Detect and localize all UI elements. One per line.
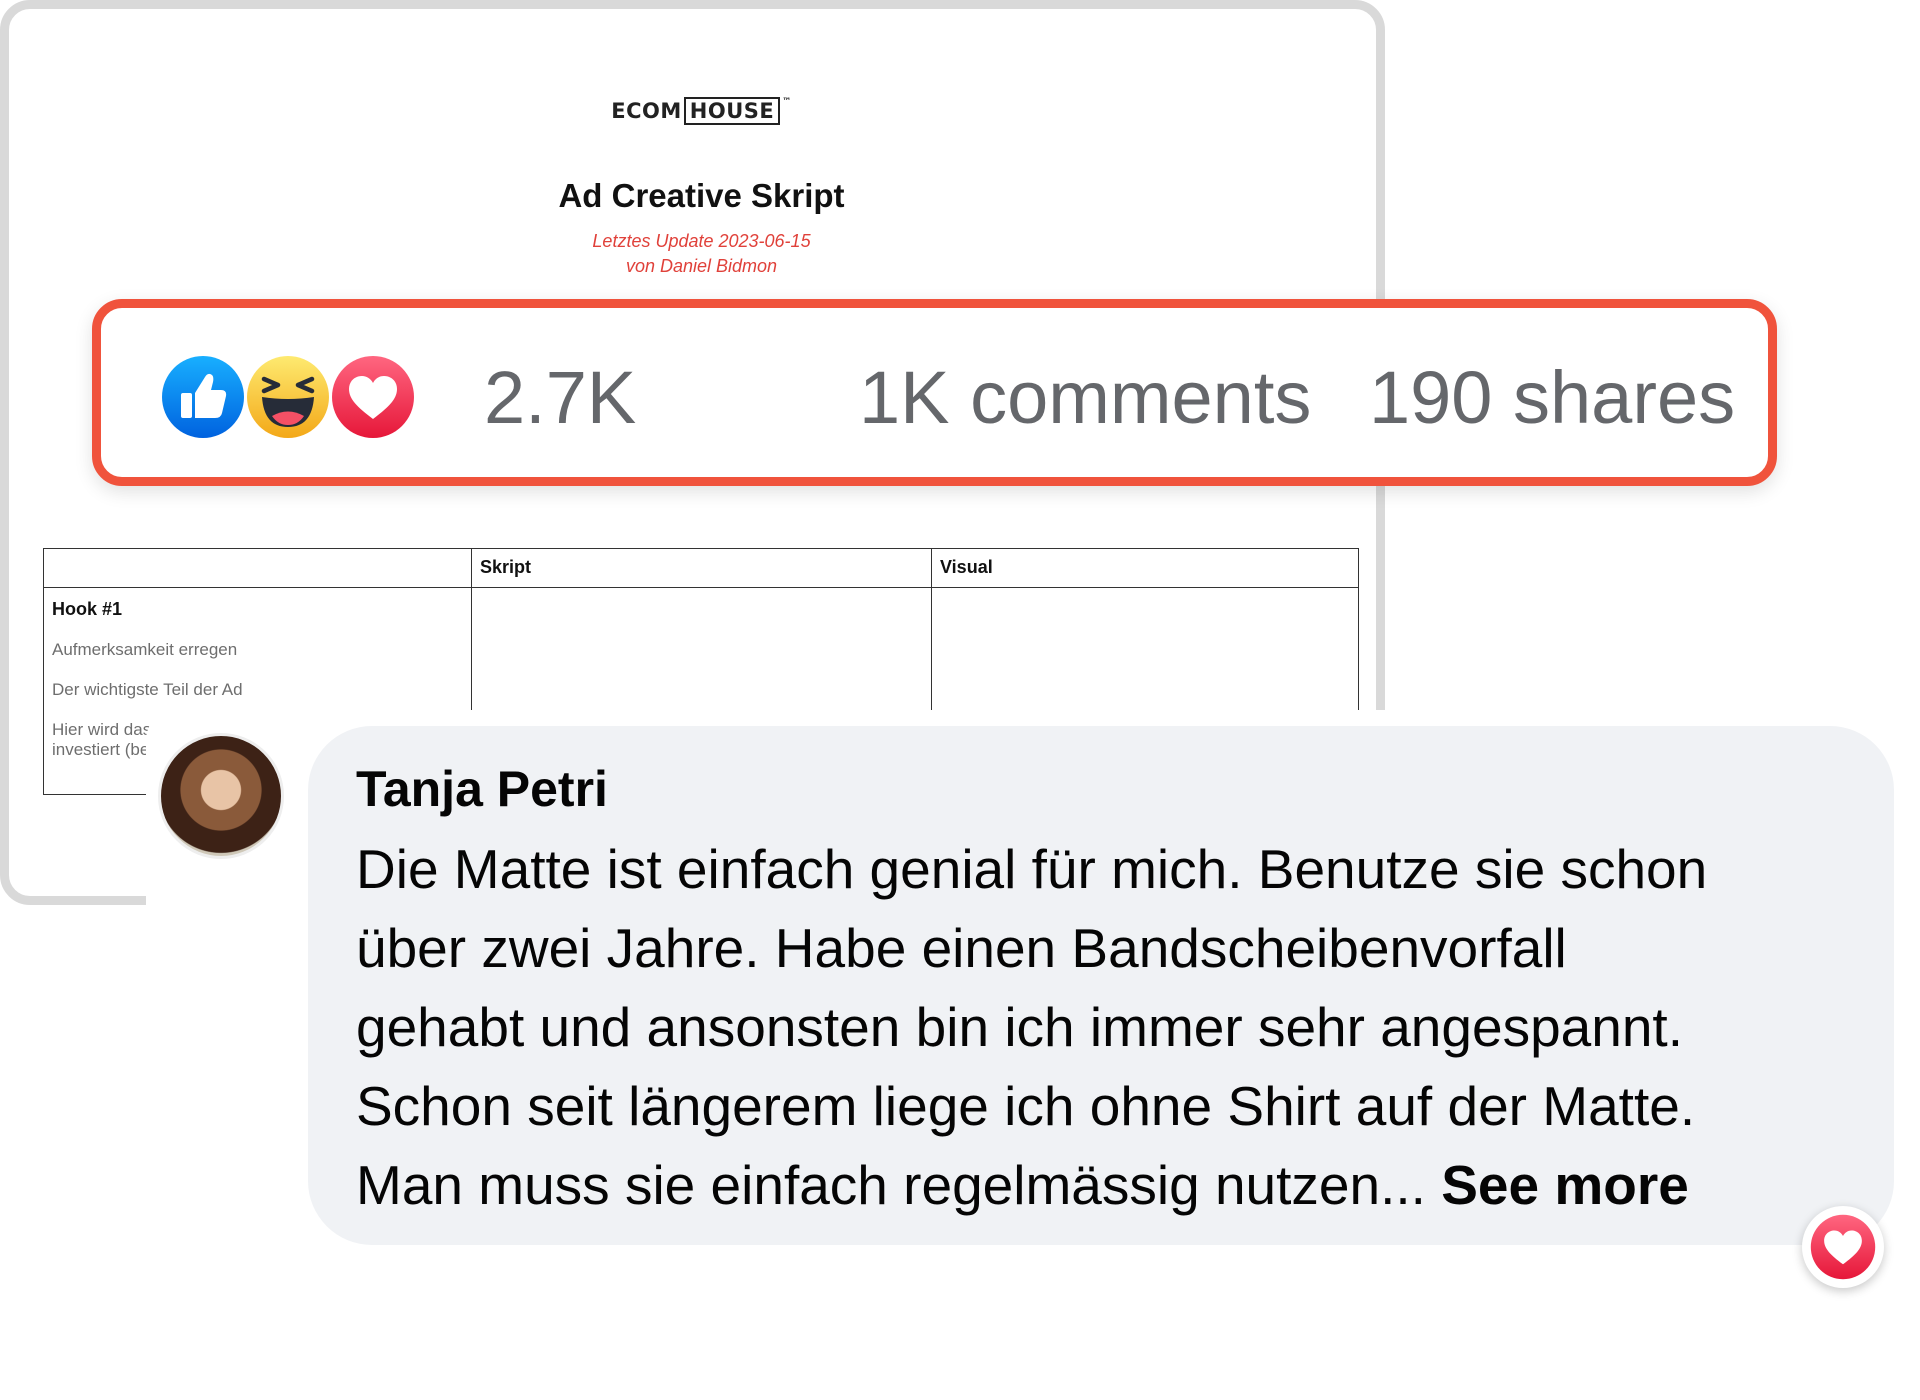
reaction-summary-bar: 2.7K 1K comments 190 shares [92,299,1777,486]
table-header-empty [43,548,472,588]
love-icon [1810,1214,1876,1280]
comment-last-line: Man muss sie einfach regelmässig nutzen.… [356,1146,1866,1225]
document-updated-date: Letztes Update 2023-06-15 [592,231,811,251]
ecom-house-logo: ECOM HOUSE ™ [9,97,1394,125]
like-icon[interactable] [161,355,245,439]
comment-line: über zwei Jahre. Habe einen Bandscheiben… [356,917,1567,979]
comment-bubble: Tanja Petri Die Matte ist einfach genial… [308,726,1894,1245]
love-icon[interactable] [331,355,415,439]
document-author: von Daniel Bidmon [625,256,778,276]
hook-line: Der wichtigste Teil der Ad [52,680,243,699]
table-header-row: Skript Visual [43,548,1359,588]
comment-line: Man muss sie einfach regelmässig nutzen.… [356,1154,1442,1216]
logo-boxed-text: HOUSE [683,97,781,125]
comment-line: Schon seit längerem liege ich ohne Shirt… [356,1075,1696,1137]
document-title: Ad Creative Skript [558,177,845,214]
table-header-visual: Visual [931,548,1359,588]
logo-text: ECOM [611,99,682,123]
comment-line: Die Matte ist einfach genial für mich. B… [356,838,1708,900]
table-header-skript: Skript [471,548,932,588]
haha-icon[interactable] [246,355,330,439]
comments-count-link[interactable]: 1K comments [859,358,1311,438]
comment-body: Die Matte ist einfach genial für mich. B… [356,830,1866,1225]
commenter-avatar[interactable] [158,733,284,859]
screenshot-canvas: ECOM HOUSE ™ Ad Creative Skript Letztes Up… [0,0,1920,1400]
hook-title: Hook #1 [52,599,123,619]
comment-author-name[interactable]: Tanja Petri [356,758,608,820]
shares-count-link[interactable]: 190 shares [1369,358,1735,438]
reaction-count[interactable]: 2.7K [484,358,636,438]
comment-reaction-badge[interactable] [1802,1206,1884,1288]
trademark-mark: ™ [782,97,792,107]
comment-line: gehabt und ansonsten bin ich immer sehr … [356,996,1683,1058]
see-more-link[interactable]: See more [1441,1154,1689,1216]
hook-line: Aufmerksamkeit erregen [52,640,238,659]
